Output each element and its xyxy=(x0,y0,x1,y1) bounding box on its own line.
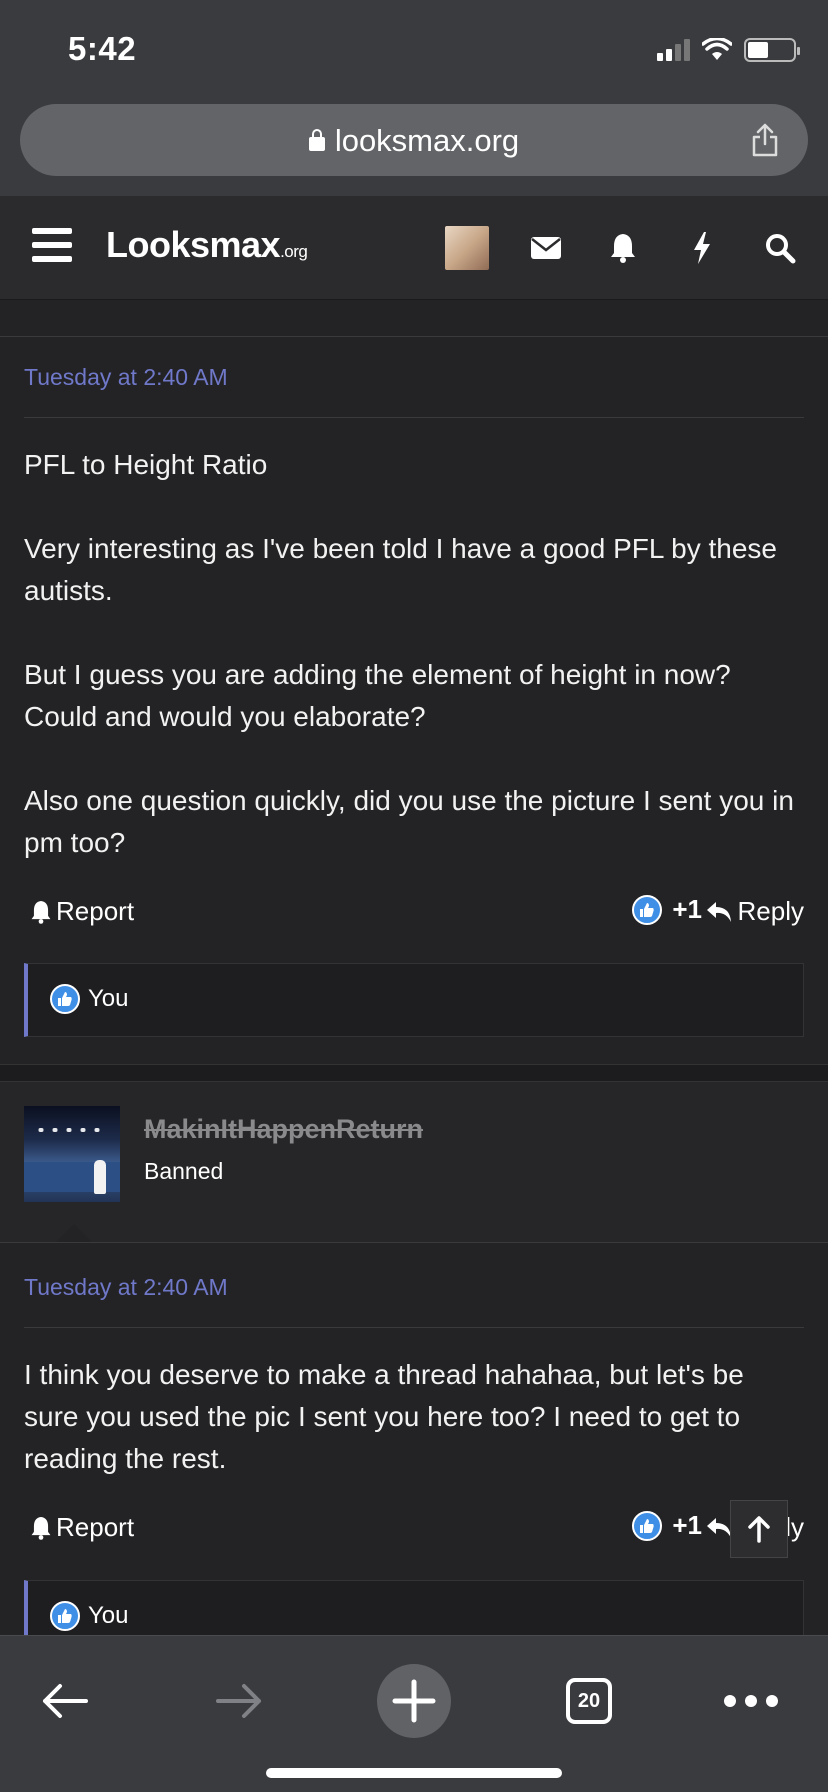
reply-icon xyxy=(706,1517,731,1538)
divider xyxy=(24,1327,804,1328)
arrow-up-icon xyxy=(748,1516,770,1543)
likes-summary[interactable]: You xyxy=(24,1580,804,1635)
report-button[interactable]: Report xyxy=(30,1512,134,1543)
scroll-to-top-button[interactable] xyxy=(730,1500,788,1558)
user-avatar-button[interactable] xyxy=(445,226,489,270)
post-author-row: MakinItHappenReturn Banned xyxy=(0,1082,828,1242)
divider xyxy=(0,336,828,337)
signal-icon xyxy=(657,39,690,61)
wifi-icon xyxy=(702,38,732,60)
more-button[interactable] xyxy=(714,1664,788,1738)
post-separator xyxy=(0,1064,828,1082)
status-icons xyxy=(657,36,800,64)
lightning-icon[interactable] xyxy=(682,228,722,268)
post-paragraph: PFL to Height Ratio xyxy=(24,449,268,480)
battery-icon xyxy=(744,38,800,62)
share-icon[interactable] xyxy=(750,122,780,158)
more-icon xyxy=(724,1695,778,1707)
url-text: looksmax.org xyxy=(334,123,520,158)
site-logo[interactable]: Looksmax.org xyxy=(106,224,308,266)
report-label: Report xyxy=(56,1512,135,1542)
post-date[interactable]: Tuesday at 2:40 AM xyxy=(24,1274,228,1301)
liked-by: You xyxy=(88,985,129,1012)
forward-icon xyxy=(216,1684,261,1718)
plus-icon xyxy=(392,1679,436,1723)
thumbs-up-icon xyxy=(50,1601,80,1631)
post-actions: Report +1 Reply xyxy=(24,894,804,934)
search-icon[interactable] xyxy=(760,228,800,268)
bell-icon[interactable] xyxy=(603,228,643,268)
home-indicator xyxy=(266,1768,562,1778)
thumbs-up-icon xyxy=(50,984,80,1014)
like-count: +1 xyxy=(672,1510,702,1540)
author-avatar[interactable] xyxy=(24,1106,120,1202)
menu-icon[interactable] xyxy=(32,228,72,262)
author-title: Banned xyxy=(144,1158,224,1184)
reply-label: Reply xyxy=(737,896,804,926)
post-paragraph: But I guess you are adding the element o… xyxy=(24,659,731,732)
status-time: 5:42 xyxy=(68,30,137,67)
thumbs-up-icon xyxy=(632,1510,663,1541)
bell-icon xyxy=(31,900,51,924)
address-bar[interactable]: looksmax.org xyxy=(20,104,808,176)
logo-suffix: .org xyxy=(280,242,308,261)
post-paragraph: Very interesting as I've been told I hav… xyxy=(24,533,778,606)
tabs-button[interactable]: 20 xyxy=(552,1664,626,1738)
logo-main: Looksmax xyxy=(106,224,281,265)
back-icon xyxy=(43,1684,88,1718)
forward-button[interactable] xyxy=(202,1664,276,1738)
post-body: PFL to Height Ratio Very interesting as … xyxy=(24,444,804,864)
new-tab-button[interactable] xyxy=(377,1664,451,1738)
post-body: I think you deserve to make a thread hah… xyxy=(24,1354,804,1480)
reply-icon xyxy=(706,901,731,922)
likes-summary[interactable]: You xyxy=(24,963,804,1037)
thumbs-up-icon xyxy=(632,894,663,925)
author-name[interactable]: MakinItHappenReturn xyxy=(144,1114,423,1145)
post-pointer xyxy=(56,1224,92,1242)
reply-button[interactable]: Reply xyxy=(706,896,804,927)
divider xyxy=(24,417,804,418)
like-button[interactable]: +1 xyxy=(632,894,702,925)
post-date[interactable]: Tuesday at 2:40 AM xyxy=(24,364,228,391)
mail-icon[interactable] xyxy=(526,228,566,268)
browser-top-bar: 5:42 looksmax.org xyxy=(0,0,828,196)
thread-content: Tuesday at 2:40 AM PFL to Height Ratio V… xyxy=(0,300,828,1635)
liked-by: You xyxy=(88,1602,129,1629)
post-actions: Report +1 Reply xyxy=(24,1510,804,1550)
bell-icon xyxy=(31,1516,51,1540)
back-button[interactable] xyxy=(28,1664,102,1738)
site-header: Looksmax.org xyxy=(0,196,828,300)
lock-icon xyxy=(308,129,325,151)
report-button[interactable]: Report xyxy=(30,896,134,927)
post-paragraph: I think you deserve to make a thread hah… xyxy=(24,1359,744,1474)
post-paragraph: Also one question quickly, did you use t… xyxy=(24,785,794,858)
divider xyxy=(0,1242,828,1243)
like-button[interactable]: +1 xyxy=(632,1510,702,1541)
like-count: +1 xyxy=(672,894,702,924)
tab-count: 20 xyxy=(566,1678,612,1724)
report-label: Report xyxy=(56,896,135,926)
